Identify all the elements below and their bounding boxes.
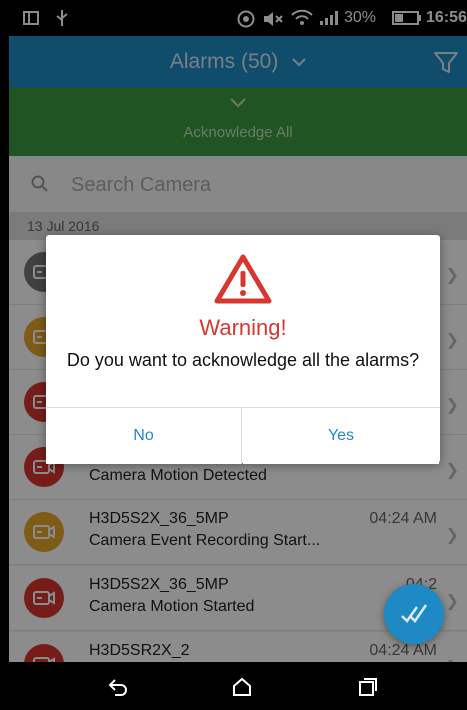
warning-dialog: Warning! Do you want to acknowledge all …: [46, 235, 440, 464]
back-icon[interactable]: [107, 676, 129, 698]
dialog-buttons: No Yes: [46, 407, 440, 464]
warning-icon: [214, 254, 272, 304]
double-check-icon: [401, 604, 428, 623]
android-nav-bar: [9, 662, 467, 710]
no-button[interactable]: No: [46, 408, 242, 464]
home-icon[interactable]: [231, 676, 253, 698]
yes-button[interactable]: Yes: [243, 408, 439, 464]
dialog-message: Do you want to acknowledge all the alarm…: [66, 350, 420, 370]
recents-icon[interactable]: [357, 676, 379, 698]
app-screen: 30% 16:56 Alarms (50) Acknowledge All 13…: [9, 0, 467, 710]
acknowledge-fab-button[interactable]: [384, 584, 444, 644]
dialog-title: Warning!: [199, 315, 287, 340]
